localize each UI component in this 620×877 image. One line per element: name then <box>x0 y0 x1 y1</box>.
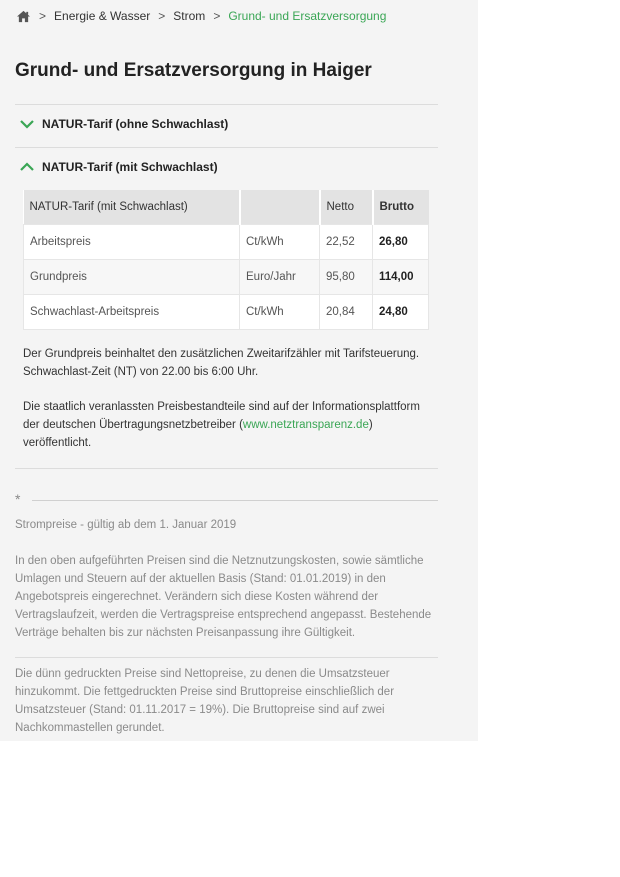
breadcrumb-separator: > <box>158 9 166 23</box>
breadcrumb-item-current: Grund- und Ersatzversorgung <box>228 9 387 23</box>
tariff-table: NATUR-Tarif (mit Schwachlast) Netto Brut… <box>23 190 429 330</box>
cell-name: Schwachlast-Arbeitspreis <box>23 294 240 330</box>
breadcrumb-separator: > <box>213 9 221 23</box>
table-row: Grundpreis Euro/Jahr 95,80 114,00 <box>23 259 429 295</box>
accordion-label: NATUR-Tarif (mit Schwachlast) <box>42 160 218 174</box>
chevron-down-icon <box>20 120 34 129</box>
column-header-netto: Netto <box>319 190 374 225</box>
page-title: Grund- und Ersatzversorgung in Haiger <box>15 60 372 81</box>
column-header-brutto: Brutto <box>372 190 429 225</box>
divider <box>15 468 438 469</box>
home-icon[interactable] <box>16 10 31 23</box>
cell-unit: Ct/kWh <box>239 224 320 260</box>
divider <box>15 147 438 148</box>
netztransparenz-link[interactable]: www.netztransparenz.de <box>243 419 369 431</box>
table-header-row: NATUR-Tarif (mit Schwachlast) Netto Brut… <box>23 190 429 225</box>
cell-name: Arbeitspreis <box>23 224 240 260</box>
chevron-up-icon <box>20 162 34 171</box>
column-header-tarif: NATUR-Tarif (mit Schwachlast) <box>23 190 241 225</box>
info-preisbestandteile-text: Die staatlich veranlassten Preisbestandt… <box>23 398 433 452</box>
footnote-marker: * <box>15 491 438 507</box>
cell-netto: 95,80 <box>319 259 373 295</box>
accordion-label: NATUR-Tarif (ohne Schwachlast) <box>42 117 229 131</box>
footnote-rule <box>32 500 438 501</box>
footnote-costs-text: In den oben aufgeführten Preisen sind di… <box>15 555 432 639</box>
accordion-mit-schwachlast[interactable]: NATUR-Tarif (mit Schwachlast) <box>20 160 218 174</box>
cell-brutto: 26,80 <box>372 224 429 260</box>
divider <box>15 657 438 658</box>
breadcrumb-separator: > <box>39 9 47 23</box>
cell-name: Grundpreis <box>23 259 240 295</box>
info-grundpreis-text: Der Grundpreis beinhaltet den zusätzlich… <box>23 348 420 378</box>
content-panel: > Energie & Wasser > Strom > Grund- und … <box>0 0 478 741</box>
breadcrumb: > Energie & Wasser > Strom > Grund- und … <box>16 9 386 23</box>
breadcrumb-item-strom[interactable]: Strom <box>173 9 205 23</box>
table-row: Schwachlast-Arbeitspreis Ct/kWh 20,84 24… <box>23 294 429 330</box>
cell-unit: Euro/Jahr <box>239 259 320 295</box>
accordion-ohne-schwachlast[interactable]: NATUR-Tarif (ohne Schwachlast) <box>20 117 228 131</box>
breadcrumb-item-energie-wasser[interactable]: Energie & Wasser <box>54 9 150 23</box>
cell-brutto: 24,80 <box>372 294 429 330</box>
cell-netto: 22,52 <box>319 224 373 260</box>
table-row: Arbeitspreis Ct/kWh 22,52 26,80 <box>23 224 429 260</box>
column-header-unit <box>239 190 321 225</box>
validity-text: Strompreise - gültig ab dem 1. Januar 20… <box>15 519 237 531</box>
footnote-prices-text: Die dünn gedruckten Preise sind Nettopre… <box>15 668 395 734</box>
cell-netto: 20,84 <box>319 294 373 330</box>
divider <box>15 104 438 105</box>
cell-brutto: 114,00 <box>372 259 429 295</box>
cell-unit: Ct/kWh <box>239 294 320 330</box>
asterisk-icon: * <box>15 491 21 507</box>
